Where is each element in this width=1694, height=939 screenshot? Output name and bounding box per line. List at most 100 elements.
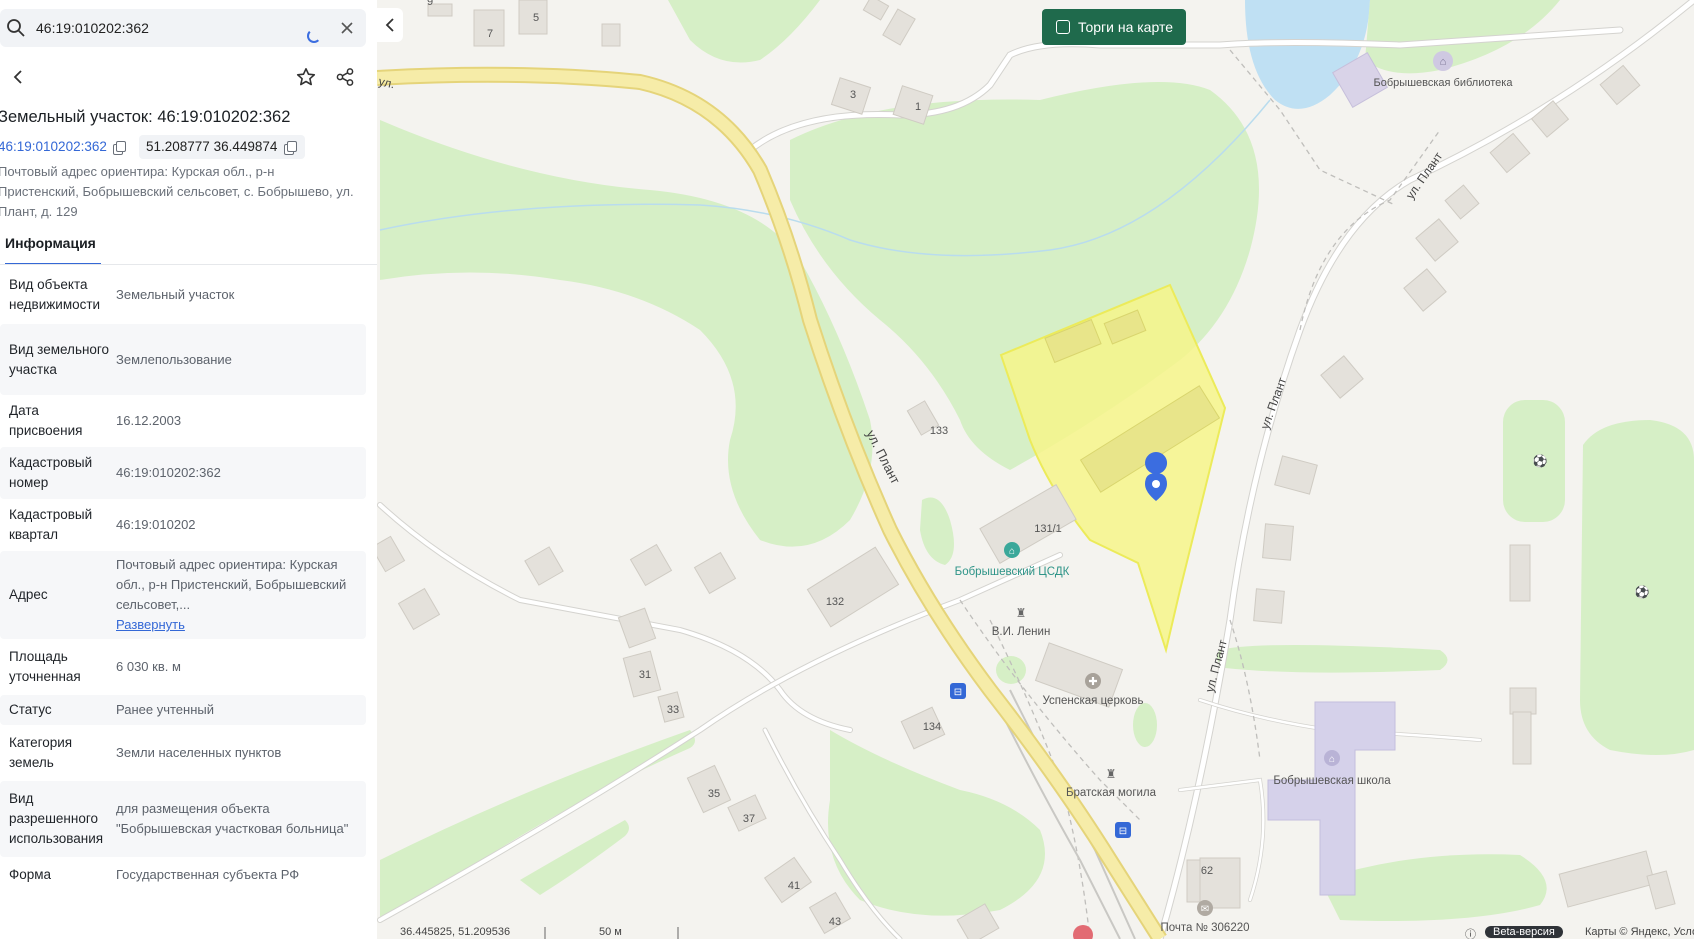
cadastral-number-link[interactable]: 46:19:010202:362 (0, 139, 107, 154)
property-label: Вид земельного участка (9, 341, 110, 377)
property-value: 6 030 кв. м (116, 659, 181, 674)
culture-icon: ⌂ (1009, 546, 1015, 557)
house-number: 134 (923, 721, 941, 733)
property-label: Площадь уточненная (9, 649, 81, 684)
house-number: 131/1 (1034, 523, 1062, 535)
table-row: Форма Государственная субъекта РФ (0, 857, 366, 913)
house-number: 7 (487, 28, 493, 40)
info-icon[interactable]: ⓘ (1465, 926, 1476, 939)
school-icon: ⌂ (1329, 754, 1335, 765)
property-value: для размещения объекта "Бобрышевская уча… (116, 801, 349, 836)
property-label: Форма (9, 867, 52, 882)
property-value: Земли населенных пунктов (116, 745, 282, 760)
copy-icon[interactable] (113, 141, 126, 155)
house-number: 37 (743, 813, 755, 825)
clear-search-icon[interactable] (340, 21, 354, 35)
property-value: 46:19:010202 (116, 517, 196, 532)
svg-text:Бобрышевская библиотека: Бобрышевская библиотека (1374, 77, 1514, 89)
memorial-icon: ♜ (1106, 767, 1117, 781)
svg-text:Успенская церковь: Успенская церковь (1042, 695, 1143, 707)
property-value: Почтовый адрес ориентира: Курская обл., … (116, 555, 366, 635)
share-icon (336, 68, 354, 86)
table-row: Дата присвоения 16.12.2003 (0, 395, 366, 447)
table-row: Адрес Почтовый адрес ориентира: Курская … (0, 551, 366, 639)
property-label: Адрес (9, 587, 48, 602)
loading-spinner-icon (307, 29, 321, 43)
property-value: Ранее учтенный (116, 702, 214, 717)
page-title: Земельный участок: 46:19:010202:362 (0, 108, 291, 126)
table-row: Кадастровый номер 46:19:010202:362 (0, 447, 366, 499)
house-number: 33 (667, 704, 679, 716)
house-number: 5 (533, 12, 539, 24)
favorite-button[interactable] (288, 59, 324, 95)
park-area (1216, 645, 1448, 673)
torgi-toggle-button[interactable]: Торги на карте (1042, 9, 1186, 45)
address-text: Почтовый адрес ориентира: Курская обл., … (116, 557, 347, 612)
svg-text:Братская могила: Братская могила (1066, 787, 1157, 799)
property-label: Категория земель (9, 735, 73, 770)
table-row: Площадь уточненная 6 030 кв. м (0, 639, 366, 695)
green-spot (1133, 703, 1157, 747)
svg-text:Бобрышевская школа: Бобрышевская школа (1273, 775, 1391, 787)
map-copyright[interactable]: Карты © Яндекс, Условия (1585, 926, 1694, 938)
property-value: Государственная субъекта РФ (116, 867, 300, 882)
mail-icon: ✉ (1201, 904, 1209, 915)
property-value: 46:19:010202:362 (116, 465, 221, 480)
collapse-panel-button[interactable] (377, 8, 403, 42)
search-input[interactable] (36, 9, 296, 47)
property-label: Кадастровый номер (9, 455, 93, 490)
postal-address: Почтовый адрес ориентира: Курская обл., … (0, 164, 354, 219)
property-value: Землепользование (116, 351, 232, 367)
coordinates-value: 51.208777 36.449874 (146, 139, 278, 154)
properties-table: Вид объекта недвижимости Земельный участ… (0, 265, 366, 913)
house-number: 1 (915, 101, 921, 113)
app-root: ул. ул. Плант ул. Плант ул. Плант ул. Пл… (0, 0, 1694, 939)
table-row: Кадастровый квартал 46:19:010202 (0, 499, 366, 551)
green-spot (996, 656, 1026, 684)
svg-text:⊟: ⊟ (1119, 826, 1127, 837)
bus-stop-icon[interactable]: ⊟ (950, 683, 966, 699)
house-number: 9 (427, 0, 433, 8)
sport-icon: ⚽ (1634, 585, 1650, 599)
bus-stop-icon[interactable]: ⊟ (1115, 822, 1131, 838)
info-panel: Земельный участок: 46:19:010202:362 46:1… (0, 0, 377, 939)
scale-label: 50 м (599, 926, 622, 938)
table-row: Статус Ранее учтенный (0, 695, 366, 725)
sport-icon: ⚽ (1532, 454, 1548, 468)
torgi-checkbox[interactable] (1056, 20, 1070, 34)
expand-address-link[interactable]: Развернуть (116, 615, 358, 635)
house-number: 3 (850, 89, 856, 101)
back-button[interactable] (0, 59, 36, 95)
property-label: Вид объекта недвижимости (9, 276, 101, 312)
monument-icon: ♜ (1016, 606, 1027, 620)
house-number: 35 (708, 788, 720, 800)
star-icon (296, 68, 316, 86)
table-row: Вид земельного участка Землепользование (0, 324, 366, 395)
property-label: Кадастровый квартал (9, 507, 93, 542)
house-number: 41 (788, 880, 800, 892)
library-icon: ⌂ (1440, 56, 1447, 68)
identifier-row: 46:19:010202:362 51.208777 36.449874 (0, 135, 368, 161)
property-label: Вид разрешенного использования (9, 791, 104, 846)
beta-badge[interactable]: Beta-версия (1485, 926, 1563, 938)
search-icon[interactable] (6, 18, 26, 38)
table-row: Вид разрешенного использования для разме… (0, 781, 366, 857)
house-number: 132 (826, 596, 844, 608)
share-button[interactable] (327, 59, 363, 95)
search-bar (0, 9, 366, 47)
map-status-bar: 36.445825, 51.209536 50 м ⓘ Beta-версия … (377, 925, 1694, 939)
property-label: Дата присвоения (9, 403, 83, 438)
chevron-left-icon (385, 18, 394, 32)
svg-text:Бобрышевский ЦСДК: Бобрышевский ЦСДК (955, 566, 1070, 578)
table-row: Категория земель Земли населенных пункто… (0, 725, 366, 781)
property-value: 16.12.2003 (116, 413, 182, 428)
copy-icon[interactable] (284, 141, 297, 155)
panel-toolbar (0, 59, 366, 95)
chevron-left-icon (13, 70, 22, 84)
tab-information[interactable]: Информация (5, 235, 101, 265)
coord-readout: 36.445825, 51.209536 (400, 926, 511, 938)
house-number: 31 (639, 669, 651, 681)
property-value: Земельный участок (116, 286, 235, 302)
coordinates-chip[interactable]: 51.208777 36.449874 (139, 135, 305, 159)
church-icon: ✚ (1088, 676, 1097, 688)
